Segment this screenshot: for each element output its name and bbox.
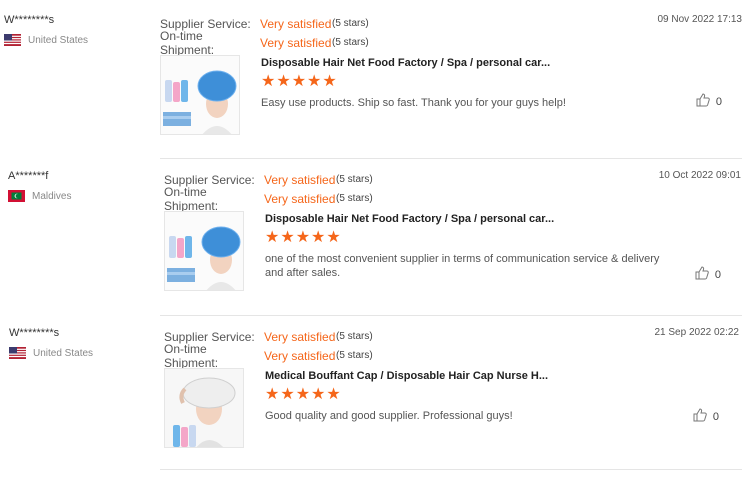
review-date: 21 Sep 2022 02:22: [654, 327, 739, 338]
star-icon: ★: [261, 73, 276, 90]
star-icon: ★: [265, 386, 280, 403]
us-flag-icon: [4, 34, 21, 46]
like-count: 0: [712, 410, 719, 423]
review-comment: one of the most convenient supplier in t…: [265, 253, 660, 279]
star-icon: ★: [295, 229, 311, 246]
supplier-service-value: Very satisfied: [264, 329, 336, 344]
thumbs-up-icon[interactable]: [696, 93, 710, 110]
review-comment: Easy use products. Ship so fast. Thank y…: [261, 97, 566, 109]
product-title[interactable]: Disposable Hair Net Food Factory / Spa /…: [265, 213, 665, 225]
mv-flag-icon: [8, 190, 25, 202]
star-icon: ★: [322, 73, 337, 90]
reviewer: W********s United States: [9, 327, 149, 359]
ontime-shipment-rating: On-time Shipment: Very satisfied (5 star…: [160, 29, 742, 57]
star-icon: ★: [307, 73, 322, 90]
star-icon: ★: [311, 229, 326, 246]
product-info: Medical Bouffant Cap / Disposable Hair C…: [265, 368, 665, 448]
ontime-shipment-stars: (5 stars): [336, 193, 373, 204]
reviewer-name: W********s: [9, 327, 60, 339]
reviewed-product: Disposable Hair Net Food Factory / Spa /…: [164, 211, 741, 291]
product-thumbnail[interactable]: [160, 55, 240, 135]
star-icon: ★: [280, 386, 295, 403]
review-content: Supplier Service: Very satisfied (5 star…: [160, 14, 742, 135]
thumbs-up-icon[interactable]: [693, 408, 707, 425]
product-thumbnail[interactable]: [164, 368, 244, 448]
star-icon: ★: [326, 229, 341, 246]
like-count: 0: [714, 268, 721, 281]
product-title[interactable]: Disposable Hair Net Food Factory / Spa /…: [261, 57, 661, 69]
star-icon: ★: [276, 73, 291, 90]
ontime-shipment-stars: (5 stars): [336, 350, 373, 361]
country-name: United States: [28, 34, 89, 46]
like-button[interactable]: 0: [693, 408, 719, 425]
review-content: Supplier Service: Very satisfied (5 star…: [164, 170, 741, 291]
ontime-shipment-stars: (5 stars): [332, 37, 369, 48]
reviewer-country: Maldives: [8, 190, 148, 202]
product-thumbnail[interactable]: [164, 211, 244, 291]
blue-hair-net-model-icon: [161, 56, 239, 134]
reviewer-country: United States: [9, 347, 149, 359]
star-icon: ★: [291, 73, 307, 90]
ontime-shipment-value: Very satisfied: [264, 348, 336, 363]
review-comment: Good quality and good supplier. Professi…: [265, 410, 513, 422]
like-button[interactable]: 0: [695, 266, 721, 283]
like-count: 0: [715, 95, 722, 108]
reviewed-product: Medical Bouffant Cap / Disposable Hair C…: [164, 368, 739, 448]
ontime-shipment-label: On-time Shipment:: [164, 184, 219, 213]
product-info: Disposable Hair Net Food Factory / Spa /…: [261, 55, 661, 135]
reviewer: W********s United States: [4, 14, 144, 46]
supplier-service-value: Very satisfied: [264, 172, 336, 187]
country-name: Maldives: [32, 190, 72, 202]
reviewer: A*******f Maldives: [8, 170, 148, 202]
like-button[interactable]: 0: [696, 93, 722, 110]
review-date: 10 Oct 2022 09:01: [658, 170, 741, 181]
review-date: 09 Nov 2022 17:13: [657, 14, 742, 25]
product-title[interactable]: Medical Bouffant Cap / Disposable Hair C…: [265, 370, 665, 382]
star-icon: ★: [265, 229, 280, 246]
supplier-service-stars: (5 stars): [336, 174, 373, 185]
reviewer-name: W********s: [4, 14, 55, 26]
star-icon: ★: [295, 386, 311, 403]
star-icon: ★: [326, 386, 341, 403]
supplier-service-value: Very satisfied: [260, 16, 332, 31]
blue-hair-net-model-icon: [165, 212, 243, 290]
reviewer-name: A*******f: [8, 170, 49, 182]
product-rating-stars: ★ ★ ★ ★ ★: [261, 74, 661, 90]
supplier-service-stars: (5 stars): [332, 18, 369, 29]
star-icon: ★: [311, 386, 326, 403]
product-info: Disposable Hair Net Food Factory / Spa /…: [265, 211, 665, 291]
star-icon: ★: [280, 229, 295, 246]
reviewer-country: United States: [4, 34, 144, 46]
reviewed-product: Disposable Hair Net Food Factory / Spa /…: [160, 55, 742, 135]
ontime-shipment-value: Very satisfied: [260, 35, 332, 50]
ontime-shipment-value: Very satisfied: [264, 191, 336, 206]
supplier-service-stars: (5 stars): [336, 331, 373, 342]
ontime-shipment-rating: On-time Shipment: Very satisfied (5 star…: [164, 185, 741, 213]
ontime-shipment-label: On-time Shipment:: [164, 341, 219, 370]
review-divider: [160, 469, 742, 470]
product-rating-stars: ★ ★ ★ ★ ★: [265, 230, 665, 246]
ontime-shipment-rating: On-time Shipment: Very satisfied (5 star…: [164, 342, 739, 370]
country-name: United States: [33, 347, 94, 359]
review-divider: [160, 158, 742, 159]
thumbs-up-icon[interactable]: [695, 266, 709, 283]
product-rating-stars: ★ ★ ★ ★ ★: [265, 387, 665, 403]
review-content: Supplier Service: Very satisfied (5 star…: [164, 327, 739, 448]
review-divider: [160, 315, 742, 316]
ontime-shipment-label: On-time Shipment:: [160, 28, 215, 57]
us-flag-icon: [9, 347, 26, 359]
white-bouffant-cap-model-icon: [165, 369, 243, 447]
